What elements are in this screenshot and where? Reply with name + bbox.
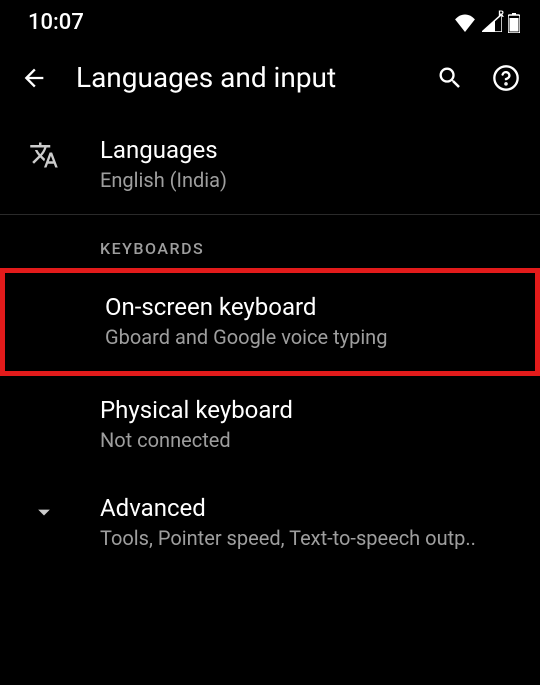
status-bar: 10:07 R	[0, 0, 540, 43]
wifi-icon	[454, 14, 476, 32]
advanced-title: Advanced	[100, 494, 516, 522]
physical-keyboard-subtitle: Not connected	[100, 428, 516, 452]
languages-title: Languages	[100, 136, 516, 164]
translate-icon	[29, 140, 59, 170]
page-title: Languages and input	[76, 61, 408, 94]
keyboards-section-header: KEYBOARDS	[0, 215, 540, 268]
status-icons: R	[454, 13, 520, 33]
onscreen-keyboard-item[interactable]: On-screen keyboard Gboard and Google voi…	[0, 268, 540, 376]
languages-subtitle: English (India)	[100, 168, 516, 192]
help-icon[interactable]	[492, 64, 520, 92]
onscreen-keyboard-title: On-screen keyboard	[105, 293, 511, 321]
back-icon[interactable]	[20, 64, 48, 92]
status-time: 10:07	[28, 10, 84, 35]
signal-icon: R	[482, 14, 502, 32]
onscreen-keyboard-subtitle: Gboard and Google voice typing	[105, 325, 511, 349]
search-icon[interactable]	[436, 64, 464, 92]
physical-keyboard-item[interactable]: Physical keyboard Not connected	[0, 376, 540, 474]
advanced-item[interactable]: Advanced Tools, Pointer speed, Text-to-s…	[0, 474, 540, 572]
languages-item[interactable]: Languages English (India)	[0, 116, 540, 214]
battery-icon	[508, 13, 520, 33]
advanced-subtitle: Tools, Pointer speed, Text-to-speech out…	[100, 526, 516, 550]
app-bar: Languages and input	[0, 43, 540, 116]
chevron-down-icon	[30, 498, 58, 526]
physical-keyboard-title: Physical keyboard	[100, 396, 516, 424]
